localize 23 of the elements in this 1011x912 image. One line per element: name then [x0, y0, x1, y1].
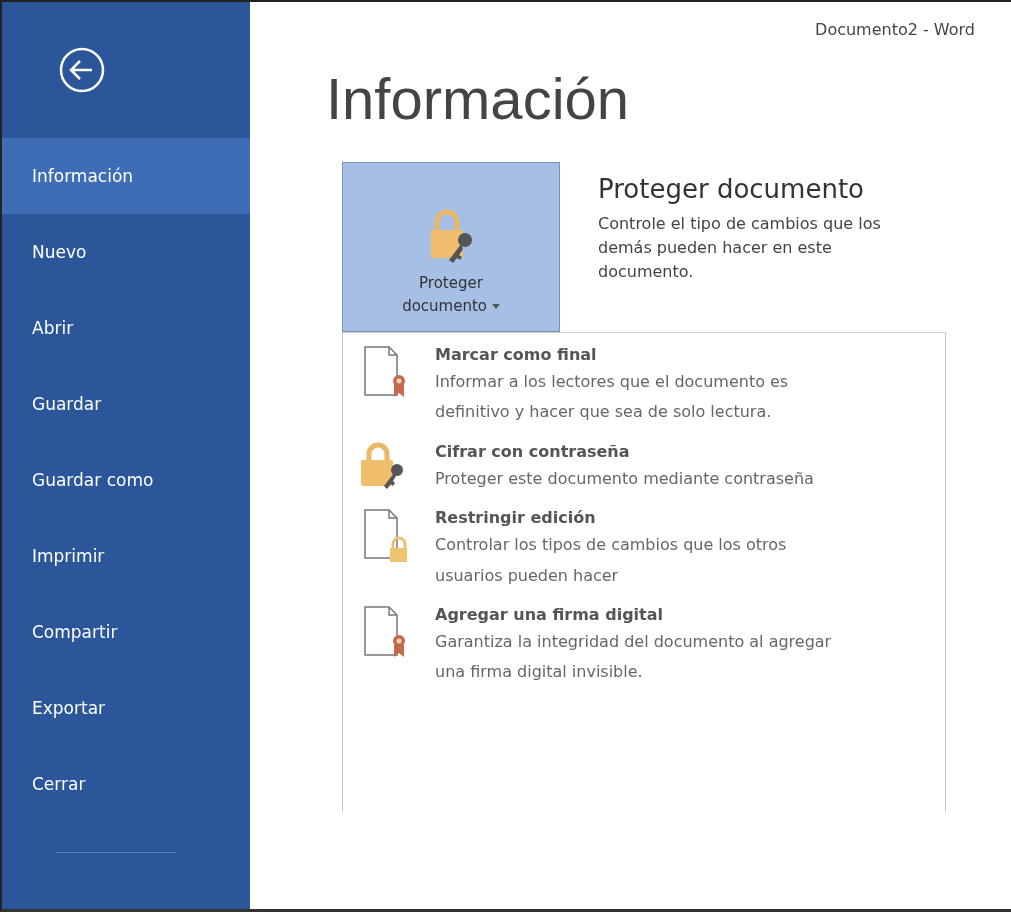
protect-document-button[interactable]: Proteger documento [342, 162, 560, 332]
window-title: Documento2 - Word [814, 19, 976, 39]
section-title: Proteger documento [598, 174, 865, 204]
menu-item[interactable]: Agregar una firma digital [435, 602, 855, 627]
sidebar-item[interactable]: Imprimir [2, 518, 250, 594]
sidebar-item[interactable]: Cerrar [2, 746, 250, 822]
sidebar-item[interactable]: Información [2, 138, 250, 214]
menu-item-description: Proteger este documento mediante contraseña [435, 467, 815, 490]
sidebar-item[interactable]: Compartir [2, 594, 250, 670]
sidebar-item[interactable]: Abrir [2, 290, 250, 366]
menu-item-description: Informar a los lectores que el documento es definitivo y hacer que sea de solo lectura. [435, 371, 790, 424]
sidebar-item[interactable]: Guardar como [2, 442, 250, 518]
menu-item[interactable]: Restringir edición [435, 506, 855, 531]
menu-item-description: Garantiza la integridad del documento al agregar una firma digital invisible. [435, 630, 833, 684]
sidebar-item[interactable]: Nuevo [2, 214, 250, 290]
menu-item[interactable]: Marcar como final [435, 343, 855, 367]
sidebar-item[interactable]: Guardar [2, 366, 250, 442]
menu-item-description: Controlar los tipos de cambios que los otros usuarios pueden hacer [435, 534, 788, 587]
section-description: Controle el tipo de cambios que los demás pueden hacer en este documento. [598, 213, 882, 283]
page-heading: Información [326, 65, 631, 132]
dropdown-caret-icon [491, 303, 500, 309]
sidebar-item[interactable]: Exportar [2, 670, 250, 746]
menu-item[interactable]: Cifrar con contraseña [435, 439, 855, 464]
